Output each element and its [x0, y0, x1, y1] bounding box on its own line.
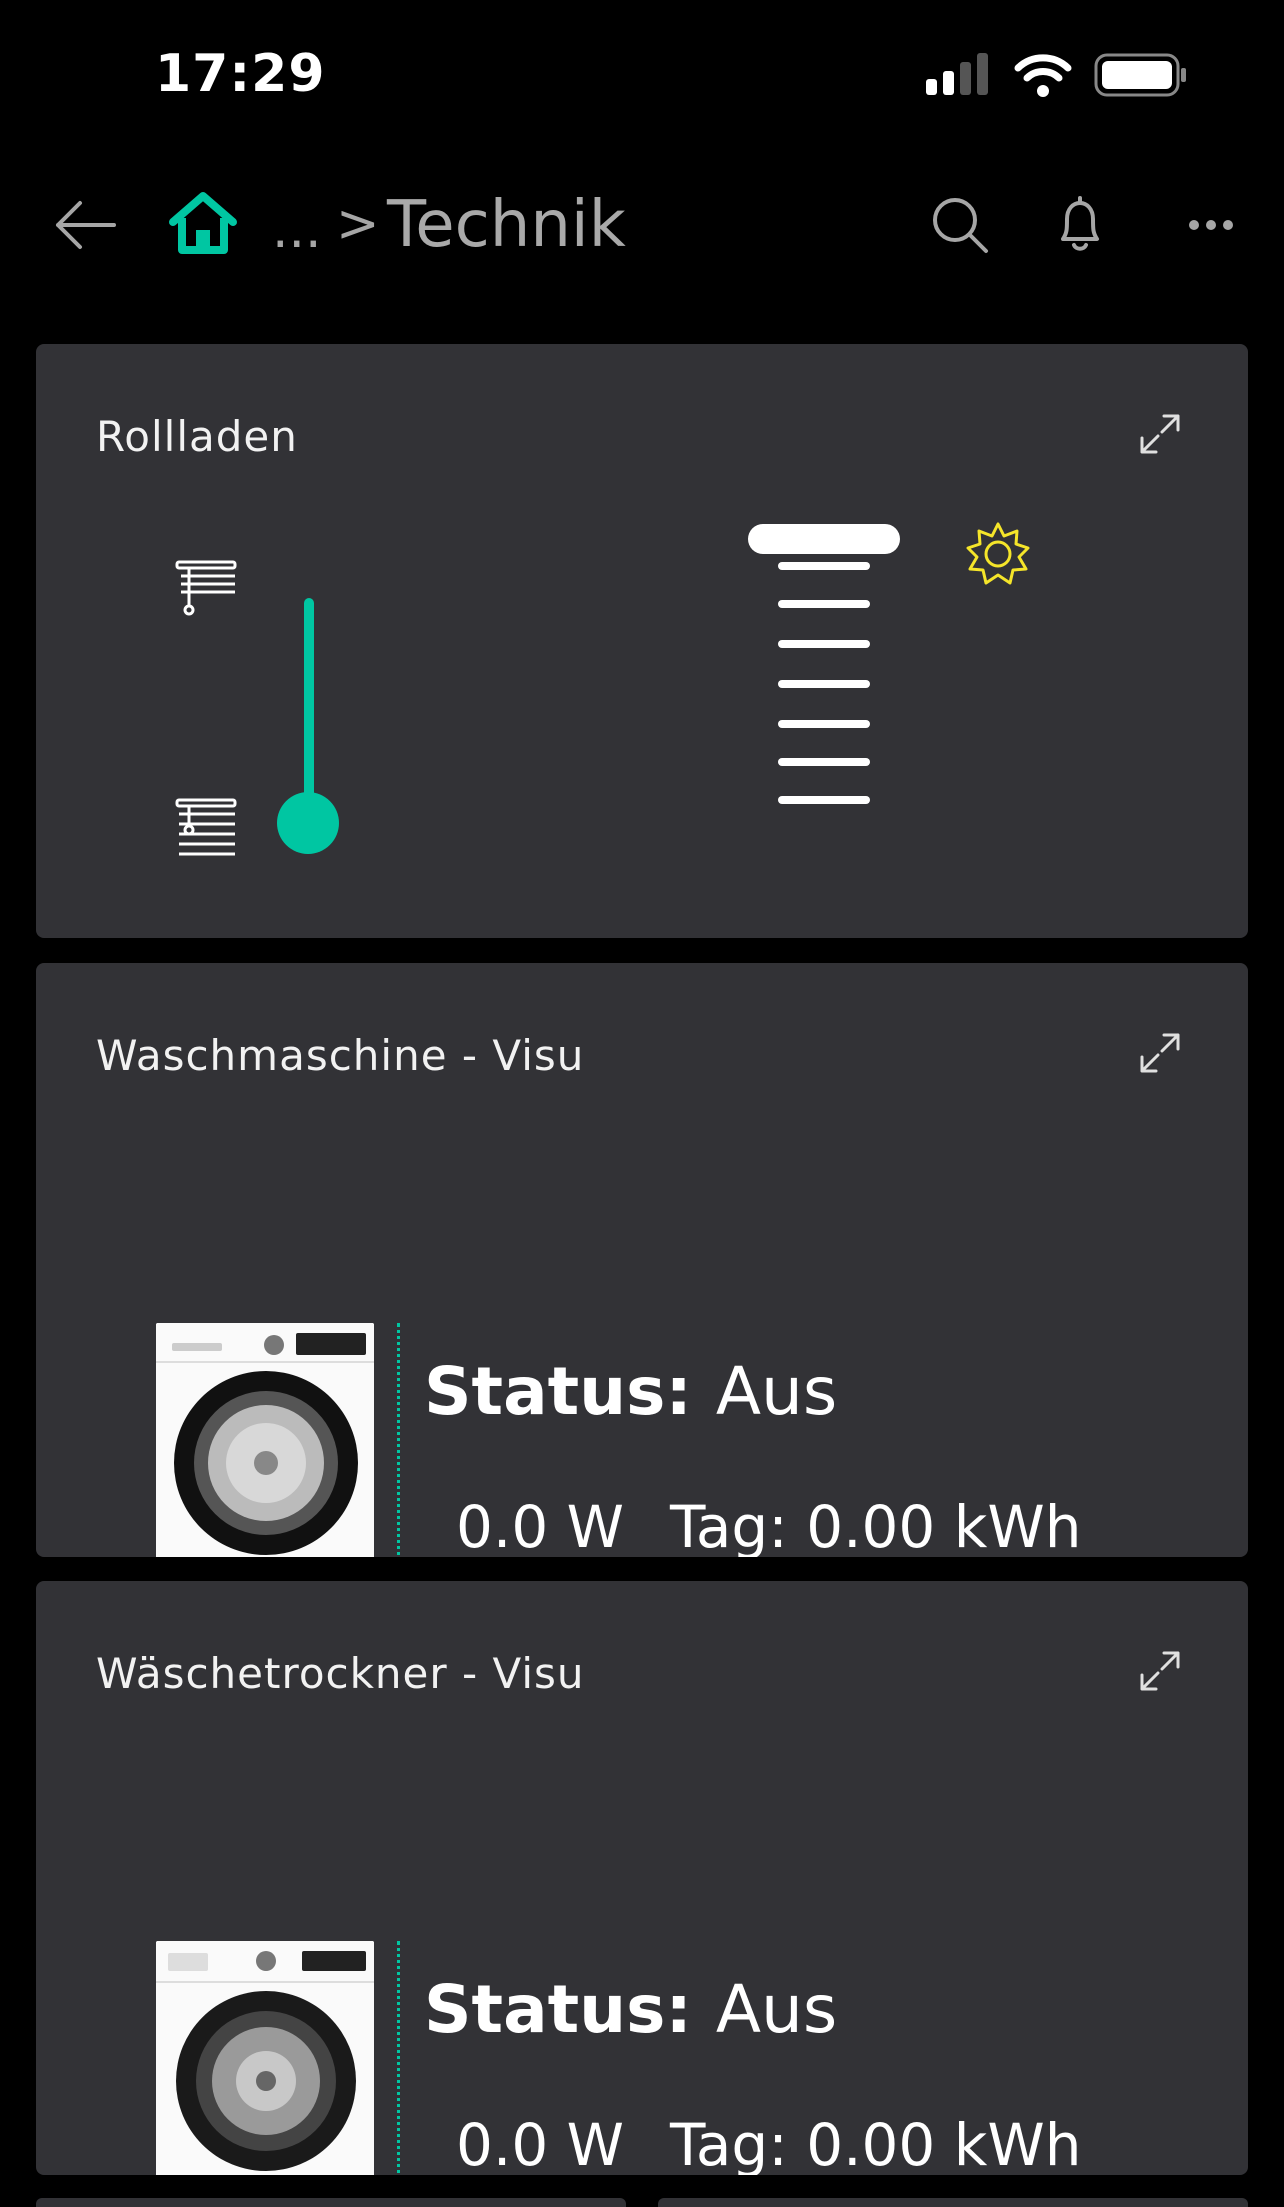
trockner-card: Wäschetrockner - Visu Status: Aus 0.0 W Ta…: [36, 1581, 1248, 2175]
sun-icon: [966, 522, 1030, 585]
navigation-header: ... > Technik: [0, 170, 1284, 280]
more-icon[interactable]: [1188, 210, 1234, 240]
blind-down-icon[interactable]: [173, 796, 239, 862]
signal-icon: [926, 53, 988, 95]
blind-up-icon[interactable]: [173, 558, 239, 618]
blind-position-graphic: [748, 524, 900, 804]
expand-icon[interactable]: [1138, 1649, 1182, 1693]
page-title: Technik: [387, 188, 626, 262]
status-line: Status: Aus: [424, 1971, 837, 2048]
breadcrumb-ellipsis[interactable]: ...: [272, 200, 322, 260]
status-time: 17:29: [155, 44, 326, 104]
expand-icon[interactable]: [1138, 412, 1182, 456]
card-title: Rollladen: [96, 412, 298, 461]
card-title: Wäschetrockner - Visu: [96, 1649, 585, 1698]
power-value: 0.0 W: [456, 2111, 625, 2175]
breadcrumb-separator: >: [336, 194, 380, 254]
status-value: Aus: [715, 1971, 838, 2048]
status-icons: [926, 50, 1188, 100]
status-bar: 17:29: [0, 0, 1284, 150]
dryer-image: [156, 1941, 374, 2175]
wifi-icon: [1014, 54, 1072, 97]
search-icon[interactable]: [930, 195, 990, 255]
waschmaschine-card: Waschmaschine - Visu Status: Aus 0.0 W Tag…: [36, 963, 1248, 1557]
status-label: Status:: [424, 1353, 692, 1430]
expand-icon[interactable]: [1138, 1031, 1182, 1075]
status-line: Status: Aus: [424, 1353, 837, 1430]
home-icon[interactable]: [167, 190, 239, 256]
arrow-left-icon[interactable]: [50, 195, 118, 255]
divider: [397, 1941, 400, 2175]
status-value: Aus: [715, 1353, 838, 1430]
divider: [397, 1323, 400, 1557]
washing-machine-image: [156, 1323, 374, 1557]
power-line: 0.0 W Tag: 0.00 kWh: [456, 2111, 1081, 2175]
battery-icon: [1094, 53, 1186, 97]
position-slider-handle[interactable]: [277, 792, 339, 854]
bell-icon[interactable]: [1055, 195, 1105, 255]
card-title: Waschmaschine - Visu: [96, 1031, 585, 1080]
day-energy-value: Tag: 0.00 kWh: [670, 1493, 1082, 1557]
day-energy-value: Tag: 0.00 kWh: [670, 2111, 1082, 2175]
power-value: 0.0 W: [456, 1493, 625, 1557]
next-card-peek: [36, 2198, 1248, 2207]
status-label: Status:: [424, 1971, 692, 2048]
power-line: 0.0 W Tag: 0.00 kWh: [456, 1493, 1081, 1557]
rollladen-card: Rollladen: [36, 344, 1248, 938]
